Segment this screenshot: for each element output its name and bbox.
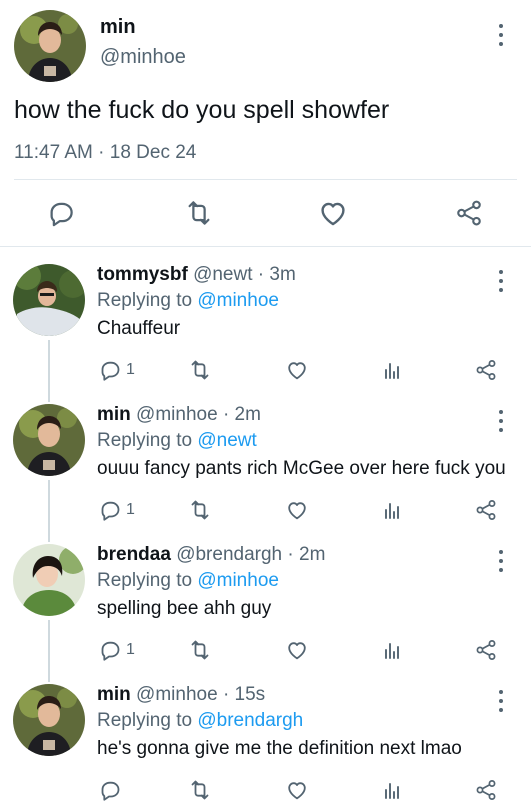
more-vertical-icon[interactable] [497, 550, 505, 572]
mention-link[interactable]: @minhoe [197, 290, 279, 311]
avatar[interactable] [13, 684, 85, 756]
replying-to: Replying to @brendargh [97, 710, 303, 732]
reply-button[interactable]: 1 [98, 356, 135, 384]
reply-tweet[interactable]: min @minhoe · 2m Replying to @newt ouuu … [0, 404, 531, 544]
tweet-text: how the fuck do you spell showfer [14, 96, 390, 124]
more-vertical-icon[interactable] [497, 690, 505, 712]
heart-icon[interactable] [316, 196, 350, 230]
mention-link[interactable]: @newt [197, 430, 256, 451]
reply-text: spelling bee ahh guy [97, 598, 272, 619]
replying-to: Replying to @minhoe [97, 570, 279, 592]
retweet-icon[interactable] [188, 356, 212, 384]
reply-icon[interactable] [98, 358, 122, 382]
heart-icon[interactable] [285, 356, 309, 384]
heart-icon[interactable] [285, 496, 309, 524]
author-meta: @newt · 3m [187, 264, 296, 285]
mention-link[interactable]: @brendargh [197, 710, 303, 731]
replying-prefix: Replying to [97, 290, 198, 311]
reply-tweet[interactable]: brendaa @brendargh · 2m Replying to @min… [0, 544, 531, 684]
analytics-icon[interactable] [380, 776, 404, 804]
tweet-actions [0, 196, 531, 230]
heart-icon[interactable] [285, 776, 309, 804]
retweet-icon[interactable] [188, 496, 212, 524]
reply-text: ouuu fancy pants rich McGee over here fu… [97, 458, 506, 479]
share-icon[interactable] [474, 356, 498, 384]
author-name[interactable]: min [100, 16, 136, 39]
reply-header: tommysbf @newt · 3m [97, 264, 296, 286]
replying-to: Replying to @minhoe [97, 290, 279, 312]
divider [0, 246, 531, 247]
main-tweet: min @minhoe how the fuck do you spell sh… [0, 0, 531, 246]
share-icon[interactable] [474, 636, 498, 664]
replying-prefix: Replying to [97, 710, 198, 731]
author-name[interactable]: brendaa [97, 544, 171, 565]
reply-count: 1 [126, 361, 135, 378]
reply-actions [0, 776, 531, 804]
reply-text: he's gonna give me the definition next l… [97, 738, 462, 759]
avatar[interactable] [13, 404, 85, 476]
analytics-icon[interactable] [380, 356, 404, 384]
analytics-icon[interactable] [380, 496, 404, 524]
avatar[interactable] [14, 10, 86, 82]
author-meta: @brendargh · 2m [170, 544, 326, 565]
divider [14, 179, 517, 180]
reply-header: brendaa @brendargh · 2m [97, 544, 325, 566]
retweet-icon[interactable] [182, 196, 216, 230]
heart-icon[interactable] [285, 636, 309, 664]
tweet-timestamp: 11:47 AM · 18 Dec 24 [14, 142, 197, 163]
reply-icon[interactable] [44, 196, 78, 230]
author-name[interactable]: min [97, 404, 131, 425]
replying-to: Replying to @newt [97, 430, 257, 452]
reply-header: min @minhoe · 2m [97, 404, 261, 426]
reply-button[interactable] [98, 776, 126, 804]
reply-count: 1 [126, 641, 135, 658]
share-icon[interactable] [452, 196, 486, 230]
reply-header: min @minhoe · 15s [97, 684, 265, 706]
replying-prefix: Replying to [97, 570, 198, 591]
share-icon[interactable] [474, 776, 498, 804]
avatar[interactable] [13, 264, 85, 336]
retweet-icon[interactable] [188, 636, 212, 664]
share-icon[interactable] [474, 496, 498, 524]
analytics-icon[interactable] [380, 636, 404, 664]
author-meta: @minhoe · 15s [130, 684, 266, 705]
more-vertical-icon[interactable] [497, 270, 505, 292]
reply-count: 1 [126, 501, 135, 518]
author-handle[interactable]: @minhoe [100, 46, 186, 69]
author-name[interactable]: min [97, 684, 131, 705]
reply-icon[interactable] [98, 498, 122, 522]
reply-actions: 1 [0, 356, 531, 384]
author-meta: @minhoe · 2m [130, 404, 261, 425]
reply-text: Chauffeur [97, 318, 181, 339]
avatar[interactable] [13, 544, 85, 616]
more-vertical-icon[interactable] [497, 24, 505, 46]
reply-tweet[interactable]: min @minhoe · 15s Replying to @brendargh… [0, 684, 531, 810]
reply-icon[interactable] [98, 778, 122, 802]
more-vertical-icon[interactable] [497, 410, 505, 432]
replying-prefix: Replying to [97, 430, 198, 451]
retweet-icon[interactable] [188, 776, 212, 804]
mention-link[interactable]: @minhoe [197, 570, 279, 591]
reply-actions: 1 [0, 496, 531, 524]
reply-button[interactable]: 1 [98, 636, 135, 664]
author-name[interactable]: tommysbf [97, 264, 188, 285]
reply-icon[interactable] [98, 638, 122, 662]
reply-actions: 1 [0, 636, 531, 664]
reply-tweet[interactable]: tommysbf @newt · 3m Replying to @minhoe … [0, 264, 531, 404]
reply-button[interactable]: 1 [98, 496, 135, 524]
